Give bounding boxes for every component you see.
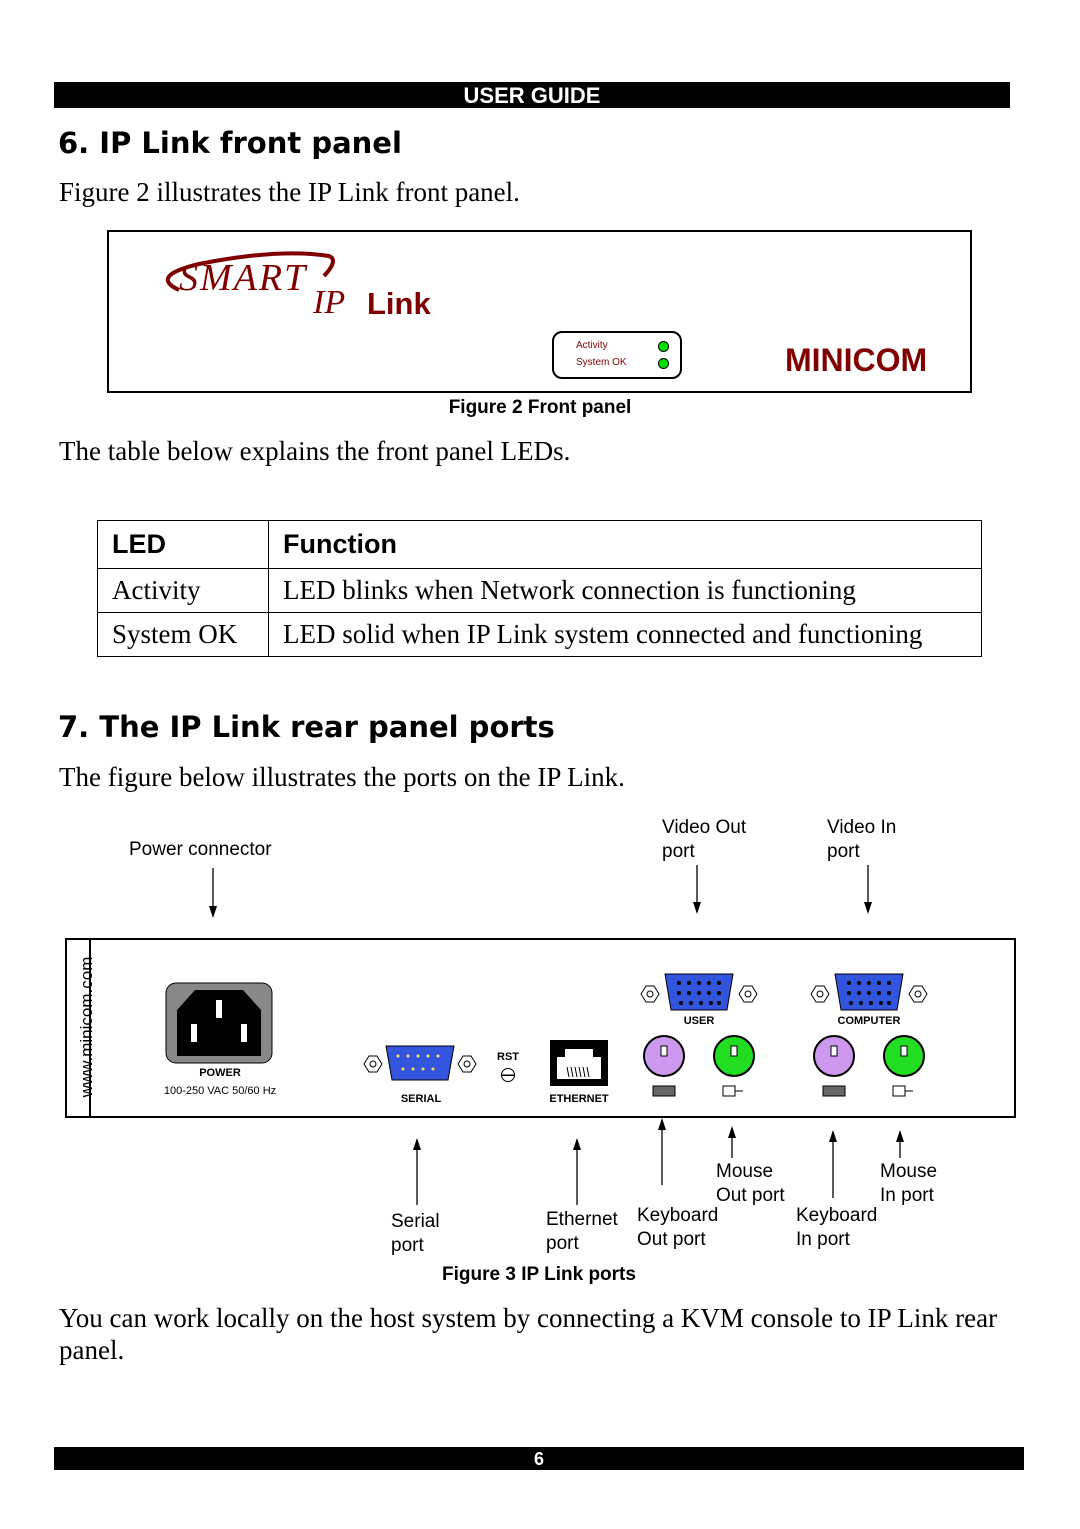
callout-line: Keyboard <box>637 1205 719 1226</box>
computer-ports-icon <box>810 973 928 1097</box>
rear-panel-figure: www.minicom.com POWER 100-250 VAC 50/60 … <box>65 938 1016 1118</box>
vga-user-out-icon <box>640 973 758 1011</box>
ethernet-label: ETHERNET <box>549 1093 609 1105</box>
rst-label: RST <box>497 1051 519 1063</box>
callout-arrows <box>209 865 904 1205</box>
page: USER GUIDE 6. IP Link front panel Figure… <box>0 0 1080 1529</box>
serial-port-icon <box>363 1045 477 1081</box>
callout-line: port <box>546 1233 579 1254</box>
callout-ethernet: Ethernet port <box>546 1208 618 1256</box>
website-label: www.minicom.com <box>77 956 96 1098</box>
figure-3-caption: Figure 3 IP Link ports <box>442 1264 636 1285</box>
serial-label: SERIAL <box>400 1093 442 1105</box>
user-ports-icon <box>640 973 758 1097</box>
reset-button[interactable] <box>501 1068 515 1082</box>
user-label: USER <box>683 1015 715 1027</box>
callout-line: Ethernet <box>546 1209 618 1230</box>
callout-line: port <box>391 1235 424 1256</box>
callout-line: Out port <box>637 1229 706 1250</box>
callout-line: Mouse <box>716 1161 774 1182</box>
callout-line: Serial <box>391 1211 440 1232</box>
callout-keyboard-out: Keyboard Out port <box>637 1204 718 1252</box>
callout-line: Out port <box>716 1185 785 1206</box>
callout-serial: Serial port <box>391 1210 440 1258</box>
callout-line: In port <box>880 1185 934 1206</box>
callout-line: Keyboard <box>796 1205 878 1226</box>
callout-line: In port <box>796 1229 850 1250</box>
callout-mouse-in: Mouse In port <box>880 1160 937 1208</box>
ethernet-port-icon <box>550 1040 608 1086</box>
callout-mouse-out: Mouse Out port <box>716 1160 785 1208</box>
power-socket-icon <box>165 982 273 1064</box>
power-label: POWER <box>199 1067 241 1079</box>
power-spec-label: 100-250 VAC 50/60 Hz <box>163 1085 277 1097</box>
callout-line: Mouse <box>880 1161 938 1182</box>
computer-label: COMPUTER <box>837 1015 901 1027</box>
callout-keyboard-in: Keyboard In port <box>796 1204 877 1252</box>
section-7-outro: You can work locally on the host system … <box>59 1303 998 1365</box>
footer-page-number: 6 <box>54 1447 1024 1470</box>
